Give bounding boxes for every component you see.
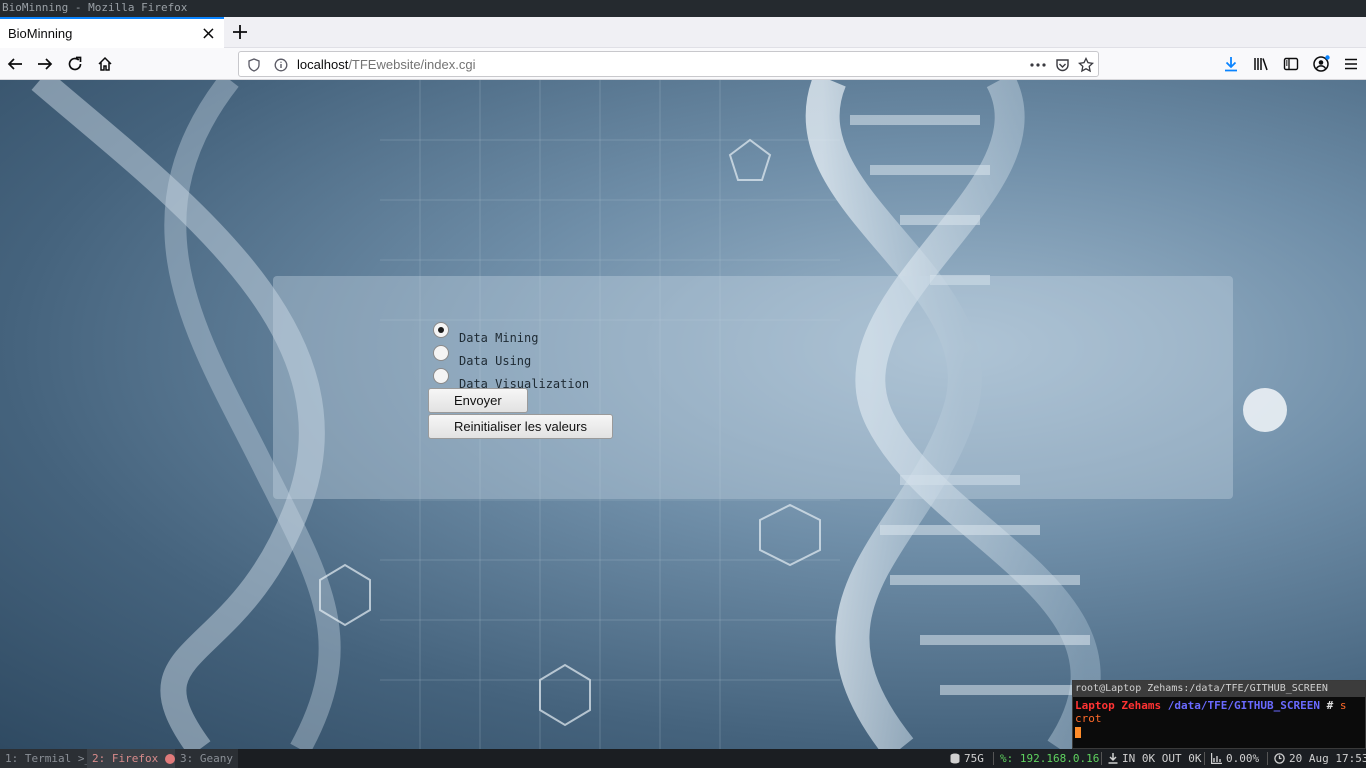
- reset-button[interactable]: Reinitialiser les valeurs: [428, 414, 613, 439]
- disk-value: 75G: [964, 752, 984, 765]
- plus-icon: [233, 25, 247, 39]
- downloads-button[interactable]: [1219, 52, 1243, 76]
- tab-active[interactable]: BioMinning ×: [0, 17, 224, 48]
- cpu-value: 0.00%: [1226, 752, 1260, 765]
- terminal-body[interactable]: Laptop Zehams /data/TFE/GITHUB_SCREEN # …: [1073, 697, 1365, 740]
- account-button[interactable]: [1309, 52, 1333, 76]
- url-path: /TFEwebsite/index.cgi: [348, 57, 476, 72]
- disk-status: 75G: [950, 749, 984, 768]
- terminal-command-rest: crot: [1075, 712, 1102, 725]
- option-data-visualization[interactable]: Data Visualization: [433, 368, 589, 391]
- separator: [1101, 752, 1102, 765]
- page-content: Data Mining Data Using Data Visualizatio…: [0, 80, 1366, 749]
- network-download-icon: [1108, 753, 1118, 764]
- terminal-prompt-host: Laptop Zehams: [1075, 699, 1162, 712]
- library-icon: [1254, 58, 1268, 71]
- terminal-cursor: [1075, 726, 1081, 738]
- datetime-value: 20 Aug 17:53: [1289, 752, 1366, 765]
- back-button[interactable]: [3, 52, 27, 76]
- url-text: localhost/TFEwebsite/index.cgi: [297, 57, 475, 72]
- ip-status: %: 192.168.0.16: [1000, 752, 1100, 765]
- url-host: localhost: [297, 57, 349, 72]
- menu-button[interactable]: [1339, 52, 1363, 76]
- back-arrow-icon: [7, 58, 22, 70]
- pocket-icon[interactable]: [1052, 55, 1072, 75]
- tab-title: BioMinning: [8, 26, 73, 41]
- terminal-prompt-hash: #: [1326, 699, 1334, 712]
- cpu-status: 0.00%: [1211, 749, 1259, 768]
- library-button[interactable]: [1249, 52, 1273, 76]
- tab-strip: BioMinning ×: [0, 17, 1366, 48]
- firefox-icon: [164, 754, 175, 764]
- radio-data-visualization[interactable]: [433, 368, 449, 384]
- separator: [993, 752, 994, 765]
- chart-icon: [1211, 753, 1222, 764]
- home-icon: [98, 56, 112, 71]
- tracking-shield-icon[interactable]: [244, 55, 264, 75]
- workspace-3[interactable]: 3: Geany: [175, 749, 238, 768]
- option-data-using[interactable]: Data Using: [433, 345, 531, 368]
- network-status: IN 0K OUT 0K: [1108, 749, 1201, 768]
- terminal-prompt-path: /data/TFE/GITHUB_SCREEN: [1167, 699, 1321, 712]
- status-bar: 1: Termial >_ 2: Firefox 3: Geany 75G %:…: [0, 749, 1366, 768]
- site-info-icon[interactable]: [271, 55, 291, 75]
- option-label: Data Using: [459, 354, 532, 368]
- account-icon: [1313, 55, 1330, 72]
- close-tab-icon[interactable]: ×: [201, 24, 216, 43]
- radio-data-using[interactable]: [433, 345, 449, 361]
- separator: [1204, 752, 1205, 765]
- window-title: BioMinning - Mozilla Firefox: [0, 0, 1366, 17]
- page-actions-icon[interactable]: [1028, 55, 1048, 75]
- forward-arrow-icon: [38, 58, 53, 70]
- terminal-command-start: s: [1339, 699, 1347, 712]
- radio-data-mining[interactable]: [433, 322, 449, 338]
- download-icon: [1225, 57, 1237, 72]
- clock-status: 20 Aug 17:53: [1274, 749, 1366, 768]
- disk-icon: [950, 753, 960, 764]
- hamburger-menu-icon: [1345, 58, 1357, 70]
- terminal-title: root@Laptop Zehams:/data/TFE/GITHUB_SCRE…: [1073, 681, 1365, 697]
- reload-button[interactable]: [63, 52, 87, 76]
- workspace-2-label: 2: Firefox: [92, 752, 159, 765]
- option-data-mining[interactable]: Data Mining: [433, 322, 538, 345]
- workspace-1[interactable]: 1: Termial >_: [0, 749, 97, 768]
- workspace-2[interactable]: 2: Firefox: [87, 749, 180, 768]
- submit-button[interactable]: Envoyer: [428, 388, 528, 413]
- clock-icon: [1274, 753, 1285, 764]
- url-bar[interactable]: localhost/TFEwebsite/index.cgi: [238, 51, 1099, 77]
- bookmark-star-icon[interactable]: [1076, 55, 1096, 75]
- new-tab-button[interactable]: [228, 20, 252, 44]
- reload-icon: [68, 56, 82, 71]
- network-value: IN 0K OUT 0K: [1122, 752, 1202, 765]
- sidebar-icon: [1283, 57, 1299, 71]
- forward-button[interactable]: [33, 52, 57, 76]
- home-button[interactable]: [93, 52, 117, 76]
- form-panel: Data Mining Data Using Data Visualizatio…: [273, 276, 1233, 499]
- separator: [1267, 752, 1268, 765]
- terminal-window[interactable]: root@Laptop Zehams:/data/TFE/GITHUB_SCRE…: [1072, 680, 1366, 749]
- option-label: Data Mining: [459, 331, 539, 345]
- navigation-toolbar: localhost/TFEwebsite/index.cgi: [0, 48, 1366, 80]
- sidebar-button[interactable]: [1279, 52, 1303, 76]
